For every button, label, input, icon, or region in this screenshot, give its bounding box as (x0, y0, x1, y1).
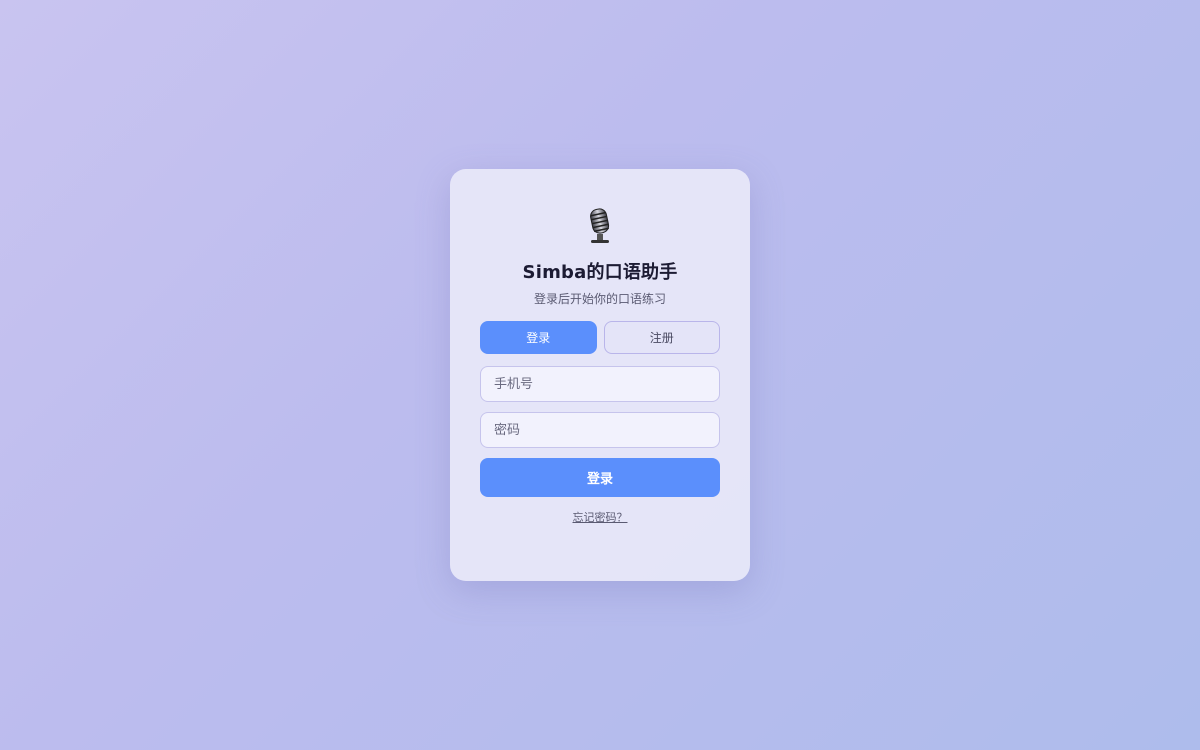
phone-input[interactable] (480, 366, 720, 402)
forgot-password-link[interactable]: 忘记密码？ (450, 509, 750, 525)
login-card: Simba的口语助手 登录后开始你的口语练习 登录 注册 登录 忘记密码？ (450, 169, 750, 581)
app-title: Simba的口语助手 (522, 262, 678, 283)
tab-register[interactable]: 注册 (603, 321, 720, 354)
auth-tabs: 登录 注册 (480, 321, 720, 354)
app-subtitle: 登录后开始你的口语练习 (533, 292, 666, 306)
microphone-icon (590, 208, 610, 243)
tab-login[interactable]: 登录 (480, 321, 597, 354)
password-input[interactable] (480, 412, 720, 448)
login-button[interactable]: 登录 (480, 458, 720, 497)
